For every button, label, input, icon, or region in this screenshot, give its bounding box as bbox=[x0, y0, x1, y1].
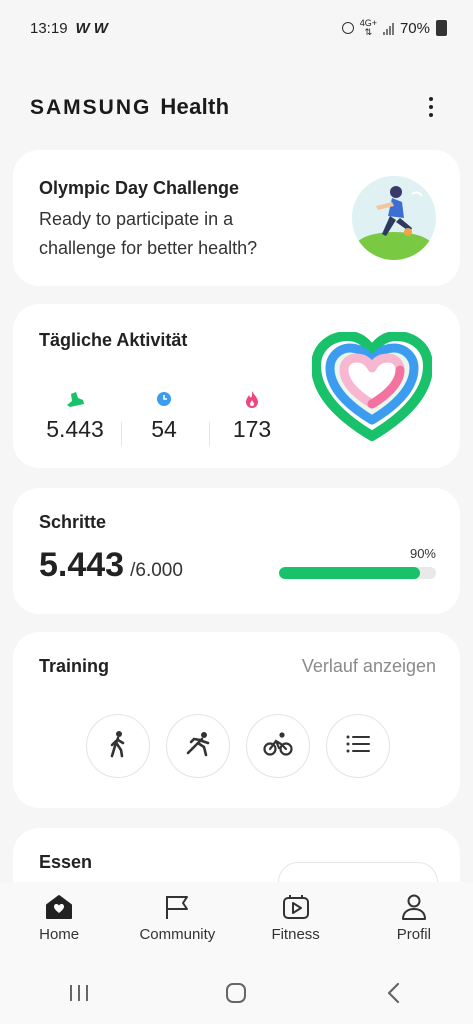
profile-icon bbox=[400, 894, 428, 920]
running-button[interactable] bbox=[166, 714, 230, 778]
nav-profile[interactable]: Profil bbox=[359, 894, 469, 943]
view-history-link[interactable]: Verlauf anzeigen bbox=[302, 656, 436, 677]
product-name: Health bbox=[160, 94, 230, 119]
steps-metric: 5.443 bbox=[35, 388, 115, 443]
home-icon bbox=[45, 894, 73, 920]
app-logo: SAMSUNG Health bbox=[30, 94, 229, 120]
steps-goal: /6.000 bbox=[130, 560, 183, 581]
activity-rings-heart bbox=[311, 331, 433, 444]
alarm-icon bbox=[341, 22, 354, 34]
nav-community-label: Community bbox=[139, 926, 216, 943]
recent-apps-icon bbox=[69, 985, 88, 1001]
back-button[interactable] bbox=[364, 973, 424, 1013]
notification-icon: W bbox=[93, 19, 108, 37]
nav-fitness-label: Fitness bbox=[271, 926, 320, 943]
home-button[interactable] bbox=[206, 973, 266, 1013]
steps-count: 5.443 bbox=[46, 416, 104, 442]
nav-fitness[interactable]: Fitness bbox=[241, 894, 351, 943]
back-chevron-icon bbox=[388, 982, 400, 1004]
calories-metric: 173 bbox=[212, 388, 292, 443]
recent-apps-button[interactable] bbox=[49, 973, 109, 1013]
home-circle-icon bbox=[226, 983, 247, 1003]
nav-profile-label: Profil bbox=[396, 926, 431, 943]
workout-buttons bbox=[86, 714, 390, 778]
steps-percent: 90% bbox=[409, 546, 436, 561]
bottom-navigation: Home Community Fitness Profil bbox=[0, 882, 473, 962]
list-icon bbox=[346, 735, 370, 758]
status-left: 13:19 W W bbox=[30, 20, 108, 37]
active-minutes-metric: 54 bbox=[124, 388, 204, 443]
steps-value: 5.443 bbox=[39, 546, 125, 584]
system-navigation bbox=[0, 962, 473, 1024]
shoe-icon bbox=[35, 388, 115, 410]
steps-progress-fill bbox=[279, 567, 421, 579]
cycling-button[interactable] bbox=[246, 714, 310, 778]
brand-name: SAMSUNG bbox=[30, 96, 152, 119]
daily-activity-card[interactable]: Tägliche Aktivität 5.443 54 173 bbox=[13, 304, 460, 468]
clock: 13:19 bbox=[30, 19, 68, 37]
training-card: Training Verlauf anzeigen bbox=[13, 632, 460, 808]
nav-community[interactable]: Community bbox=[122, 894, 232, 943]
calories-count: 173 bbox=[232, 416, 272, 442]
video-play-icon bbox=[282, 894, 310, 920]
flame-icon bbox=[212, 388, 292, 410]
challenge-illustration bbox=[352, 176, 436, 260]
divider bbox=[121, 422, 122, 446]
signal-icon bbox=[382, 22, 394, 35]
divider bbox=[209, 422, 210, 446]
walking-icon bbox=[105, 730, 131, 763]
steps-card[interactable]: Schritte 5.443 /6.000 90% bbox=[13, 488, 460, 614]
battery-icon bbox=[436, 20, 447, 36]
nav-home[interactable]: Home bbox=[4, 894, 114, 943]
steps-progress-bar bbox=[279, 567, 436, 579]
walking-button[interactable] bbox=[86, 714, 150, 778]
flag-icon bbox=[163, 894, 191, 920]
challenge-description: Ready to participate in a challenge for … bbox=[39, 209, 258, 258]
cycling-icon bbox=[263, 731, 293, 761]
steps-title: Schritte bbox=[39, 512, 107, 532]
clock-icon bbox=[124, 388, 204, 410]
network-type: 4G+ ⇅ bbox=[359, 18, 377, 37]
status-bar: 13:19 W W 4G+ ⇅ 70% bbox=[0, 0, 473, 56]
steps-summary: 5.443 /6.000 bbox=[39, 546, 183, 585]
workout-list-button[interactable] bbox=[326, 714, 390, 778]
app-header: SAMSUNG Health bbox=[0, 80, 473, 134]
more-options-icon[interactable] bbox=[419, 92, 443, 122]
battery-level: 70% bbox=[399, 19, 430, 37]
challenge-card[interactable]: Olympic Day Challenge Ready to participa… bbox=[13, 150, 460, 286]
status-right: 4G+ ⇅ 70% bbox=[341, 18, 447, 37]
notification-icon: W bbox=[75, 19, 90, 37]
running-icon bbox=[184, 731, 212, 762]
active-minutes-count: 54 bbox=[151, 416, 177, 442]
nav-home-label: Home bbox=[39, 926, 80, 943]
